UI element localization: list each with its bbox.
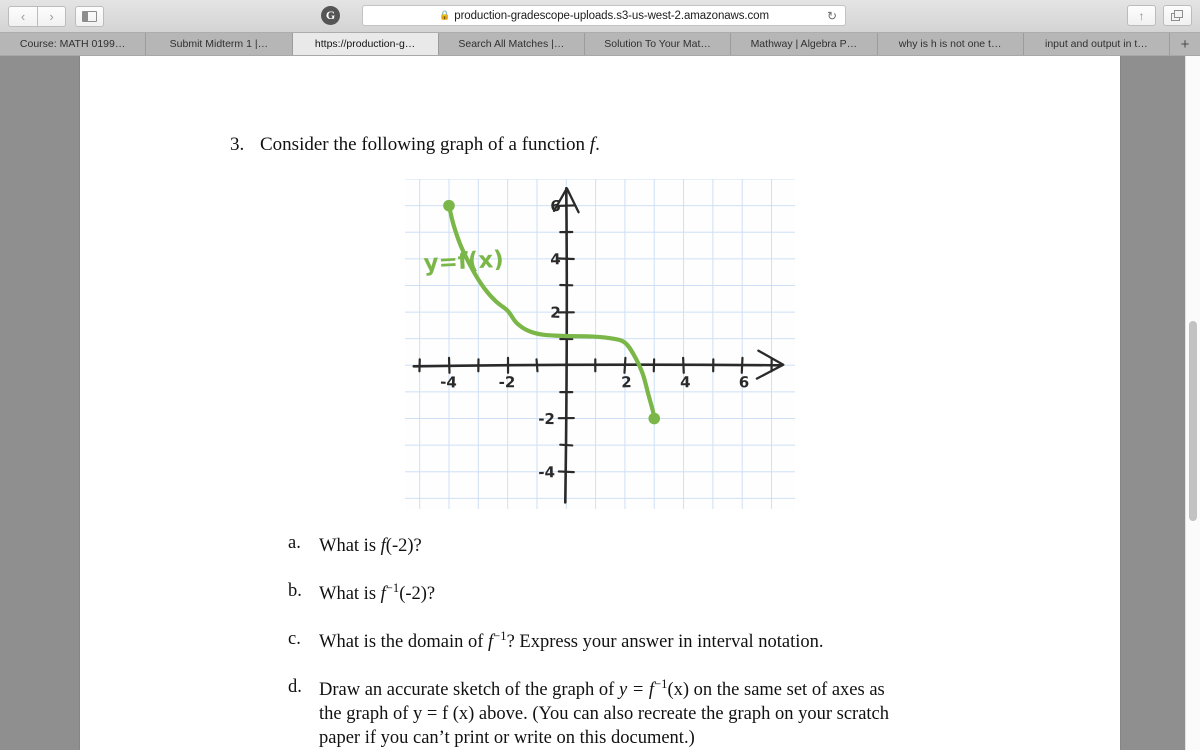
curve-endpoint-dot xyxy=(648,412,661,425)
subquestion-a: a. What is f(-2)? xyxy=(288,532,968,559)
subquestion-a-text-pre: What is xyxy=(319,536,381,557)
annotation-y-equals-fx: y=f(x) xyxy=(423,247,504,277)
subquestion-d-superscript: −1 xyxy=(654,677,668,691)
subquestion-c-label: c. xyxy=(288,629,301,649)
subquestion-c-text-post: ? Express your answer in interval notati… xyxy=(506,632,824,653)
grammarly-extension-icon[interactable]: G xyxy=(321,6,340,25)
sidebar-icon xyxy=(82,10,97,22)
question-heading: 3. Consider the following graph of a fun… xyxy=(230,134,600,156)
subquestion-d-text-pre: Draw an accurate sketch of the graph of xyxy=(319,680,619,701)
subquestion-b: b. What is f−1(-2)? xyxy=(288,580,968,607)
sidebar-toggle-button[interactable] xyxy=(75,5,104,27)
subquestion-a-label: a. xyxy=(288,533,301,553)
x-tick-label: 4 xyxy=(680,373,691,391)
y-tick xyxy=(557,470,575,474)
tabs-overview-button[interactable] xyxy=(1163,5,1192,26)
share-button[interactable]: ↑ xyxy=(1127,5,1156,26)
browser-viewport: 3. Consider the following graph of a fun… xyxy=(0,56,1200,750)
function-graph-svg: -4 -2 2 4 6 6 4 2 -2 -4 y=f(x) xyxy=(405,179,795,509)
tab-production-g[interactable]: https://production-g… xyxy=(292,33,439,55)
subquestion-b-body: What is f−1(-2)? xyxy=(319,580,968,607)
y-tick-label: 2 xyxy=(550,304,561,322)
question-prompt: Consider the following graph of a functi… xyxy=(260,134,600,156)
x-tick-label: -2 xyxy=(499,373,516,391)
y-tick-label: -4 xyxy=(538,463,555,481)
subquestion-c-text-pre: What is the domain of xyxy=(319,632,489,653)
tab-why-is-h-not-one[interactable]: why is h is not one t… xyxy=(877,33,1024,55)
tab-submit-midterm[interactable]: Submit Midterm 1 |… xyxy=(146,33,293,55)
subquestion-d-body: Draw an accurate sketch of the graph of … xyxy=(319,676,1008,750)
subquestion-b-text-post: (-2)? xyxy=(399,584,436,605)
new-tab-button[interactable]: + xyxy=(1170,33,1200,55)
subquestion-b-superscript: −1 xyxy=(385,581,400,595)
y-tick xyxy=(559,443,574,447)
question-prompt-period: . xyxy=(595,134,600,155)
tab-strip: Course: MATH 0199… Submit Midterm 1 |… h… xyxy=(0,32,1200,55)
curve-endpoint-dot xyxy=(443,199,455,212)
reload-icon[interactable]: ↻ xyxy=(827,9,837,23)
x-tick-label: 6 xyxy=(739,373,750,391)
subquestion-d-line3: paper if you can’t print or write on thi… xyxy=(319,727,695,748)
forward-button[interactable]: › xyxy=(37,5,66,27)
subquestion-a-body: What is f(-2)? xyxy=(319,532,968,559)
x-tick-label: 2 xyxy=(621,373,632,391)
document-page: 3. Consider the following graph of a fun… xyxy=(80,56,1120,750)
back-button[interactable]: ‹ xyxy=(8,5,37,27)
address-bar[interactable]: 🔒 production-gradescope-uploads.s3-us-we… xyxy=(362,5,846,26)
function-graph-figure: -4 -2 2 4 6 6 4 2 -2 -4 y=f(x) xyxy=(405,179,795,509)
question-number: 3. xyxy=(230,134,245,155)
graph-paper-background xyxy=(405,179,795,509)
y-tick xyxy=(557,257,575,261)
subquestion-b-text-pre: What is xyxy=(319,584,381,605)
copy-icon xyxy=(1171,10,1184,21)
navigation-buttons: ‹ › xyxy=(8,5,66,27)
x-tick xyxy=(535,358,539,373)
subquestion-b-label: b. xyxy=(288,581,302,601)
subquestion-d-text-post: (x) on the same set of axes as xyxy=(667,680,885,701)
tab-solution-to-your-math[interactable]: Solution To Your Mat… xyxy=(585,33,732,55)
subquestion-d-line2: the graph of y = f (x) above. (You can a… xyxy=(319,703,890,724)
tab-mathway-algebra[interactable]: Mathway | Algebra P… xyxy=(731,33,878,55)
subquestion-d-label: d. xyxy=(288,677,302,697)
y-tick-label: 4 xyxy=(550,250,561,268)
browser-chrome: ‹ › G 🔒 production-gradescope-uploads.s3… xyxy=(0,0,1200,56)
share-icon: ↑ xyxy=(1138,8,1145,23)
subquestion-d-function: y = f xyxy=(618,680,655,701)
subquestion-d: d. Draw an accurate sketch of the graph … xyxy=(288,676,1008,750)
chevron-right-icon: › xyxy=(49,8,54,24)
question-prompt-text: Consider the following graph of a functi… xyxy=(260,134,590,155)
graph-annotation-label: y=f(x) xyxy=(423,247,504,277)
x-tick xyxy=(682,356,685,374)
toolbar-right-actions: ↑ xyxy=(1127,5,1192,26)
x-tick xyxy=(623,356,627,374)
page-scrollbar[interactable] xyxy=(1185,56,1200,750)
subquestion-a-text-post: (-2)? xyxy=(385,536,422,557)
y-tick-label: 6 xyxy=(550,197,561,215)
scrollbar-thumb[interactable] xyxy=(1189,321,1197,521)
tab-input-and-output[interactable]: input and output in t… xyxy=(1023,33,1170,55)
browser-toolbar: ‹ › G 🔒 production-gradescope-uploads.s3… xyxy=(0,0,1200,32)
y-axis-line xyxy=(563,187,569,504)
address-bar-url: production-gradescope-uploads.s3-us-west… xyxy=(454,9,769,22)
x-tick-label: -4 xyxy=(440,373,457,392)
subquestion-c-superscript: −1 xyxy=(493,629,507,643)
tab-search-all-matches[interactable]: Search All Matches |… xyxy=(438,33,585,55)
x-tick xyxy=(740,356,744,374)
y-tick-label: -2 xyxy=(538,410,555,428)
chevron-left-icon: ‹ xyxy=(20,8,26,24)
subquestion-c-body: What is the domain of f−1? Express your … xyxy=(319,628,1068,655)
subquestion-c: c. What is the domain of f−1? Express yo… xyxy=(288,628,1068,655)
lock-icon: 🔒 xyxy=(439,10,451,20)
tab-course-math[interactable]: Course: MATH 0199… xyxy=(0,33,147,55)
